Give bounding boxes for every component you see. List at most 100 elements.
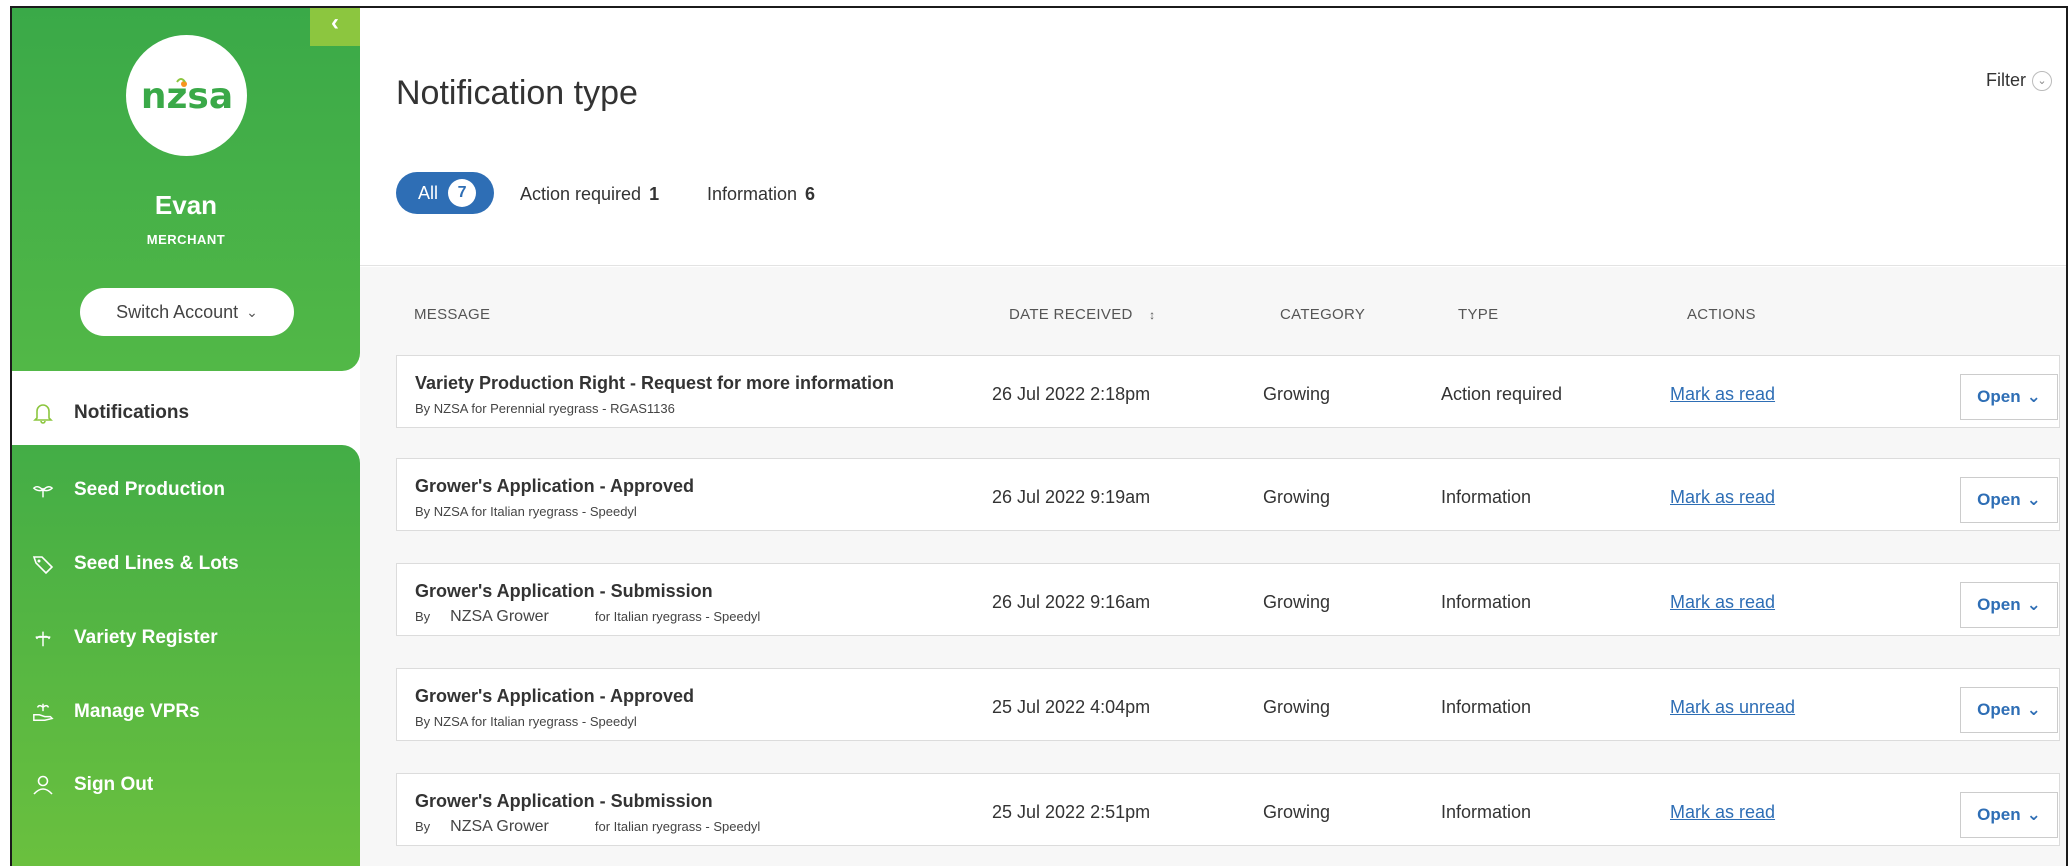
sidebar-item-sign-out[interactable]: Sign Out <box>12 760 360 810</box>
nzsa-logo-icon: nzsa <box>140 76 232 117</box>
grower-name: NZSA Grower <box>450 608 549 625</box>
chevron-down-icon: ⌄ <box>2026 490 2041 509</box>
message-subtitle: By NZSA for Italian ryegrass - Speedyl <box>415 504 637 519</box>
sidebar: ‹ nzsa Evan MERCHANT Switch Account ⌄ No… <box>12 8 360 866</box>
page-title: Notification type <box>396 74 638 112</box>
open-button[interactable]: Open ⌄ <box>1960 687 2058 733</box>
grower-name: NZSA Grower <box>450 818 549 835</box>
notifications-table: MESSAGE DATE RECEIVED ↕ CATEGORY TYPE AC… <box>360 267 2066 866</box>
tab-all[interactable]: All 7 <box>396 172 494 214</box>
table-row: Grower's Application - Approved By NZSA … <box>396 668 2060 741</box>
column-label: DATE RECEIVED <box>1009 306 1133 323</box>
open-label: Open <box>1977 490 2021 509</box>
chevron-down-icon: ⌄ <box>2026 805 2041 824</box>
message-title: Grower's Application - Approved <box>415 476 694 496</box>
sidebar-item-seed-lines-lots[interactable]: Seed Lines & Lots <box>12 539 360 589</box>
chevron-down-icon: ⌄ <box>2026 387 2041 406</box>
open-button[interactable]: Open ⌄ <box>1960 477 2058 523</box>
mark-read-link[interactable]: Mark as read <box>1670 384 1775 405</box>
type: Action required <box>1441 384 1563 404</box>
type: Information <box>1441 697 1532 717</box>
count-badge: 7 <box>448 179 477 207</box>
user-role: MERCHANT <box>146 232 226 247</box>
category: Growing <box>1263 802 1331 822</box>
tab-action-required[interactable]: Action required 1 <box>520 184 659 205</box>
date-received: 26 Jul 2022 9:16am <box>992 592 1151 612</box>
by-suffix: for Italian ryegrass - Speedyl <box>594 819 761 834</box>
mark-read-link[interactable]: Mark as read <box>1670 592 1775 613</box>
filter-button[interactable]: Filter ⌄ <box>1986 70 2052 91</box>
message-subtitle: By NZSA for Perennial ryegrass - RGAS113… <box>415 401 675 416</box>
mark-read-link[interactable]: Mark as read <box>1670 802 1775 823</box>
open-label: Open <box>1977 595 2021 614</box>
tab-label: Information <box>707 184 798 204</box>
sidebar-item-label: Notifications <box>74 402 190 423</box>
column-header-date-received[interactable]: DATE RECEIVED ↕ <box>1009 306 1155 323</box>
tab-label: All <box>418 182 439 203</box>
user-icon <box>32 774 54 796</box>
open-button[interactable]: Open ⌄ <box>1960 792 2058 838</box>
chevron-left-icon: ‹ <box>331 9 339 36</box>
open-label: Open <box>1977 700 2021 719</box>
collapse-sidebar-button[interactable]: ‹ <box>310 8 360 46</box>
sort-icon: ↕ <box>1149 308 1156 322</box>
bell-icon <box>32 402 54 424</box>
mark-read-link[interactable]: Mark as read <box>1670 487 1775 508</box>
column-header-type: TYPE <box>1458 306 1499 323</box>
plant-icon <box>32 627 54 649</box>
message-subtitle: By NZSA Grower for Italian ryegrass - Spee… <box>415 608 760 626</box>
message-subtitle: By NZSA Grower for Italian ryegrass - Spee… <box>415 818 760 836</box>
column-header-actions: ACTIONS <box>1687 306 1756 323</box>
message-title: Variety Production Right - Request for m… <box>415 373 895 393</box>
svg-text:nzsa: nzsa <box>140 76 232 117</box>
open-button[interactable]: Open ⌄ <box>1960 582 2058 628</box>
date-received: 25 Jul 2022 4:04pm <box>992 697 1151 717</box>
hand-plant-icon <box>32 701 54 723</box>
table-row: Grower's Application - Approved By NZSA … <box>396 458 2060 531</box>
by-prefix: By <box>415 819 431 834</box>
sidebar-item-label: Sign Out <box>74 774 154 795</box>
open-label: Open <box>1977 387 2021 406</box>
sidebar-item-variety-register[interactable]: Variety Register <box>12 613 360 663</box>
type: Information <box>1441 592 1532 612</box>
logo: nzsa <box>126 35 247 156</box>
tag-icon <box>32 553 54 575</box>
category: Growing <box>1263 384 1331 404</box>
open-button[interactable]: Open ⌄ <box>1960 374 2058 420</box>
date-received: 25 Jul 2022 2:51pm <box>992 802 1151 822</box>
date-received: 26 Jul 2022 2:18pm <box>992 384 1151 404</box>
chevron-down-icon: ⌄ <box>2032 70 2052 91</box>
tab-label: Action required <box>520 184 642 204</box>
category: Growing <box>1263 487 1331 507</box>
chevron-down-icon: ⌄ <box>246 303 258 320</box>
column-header-message: MESSAGE <box>414 306 491 323</box>
by-prefix: By <box>415 609 431 624</box>
message-title: Grower's Application - Approved <box>415 686 694 706</box>
switch-account-button[interactable]: Switch Account ⌄ <box>80 288 294 336</box>
sidebar-item-notifications[interactable]: Notifications <box>12 388 360 438</box>
mark-unread-link[interactable]: Mark as unread <box>1670 697 1795 718</box>
column-header-category: CATEGORY <box>1280 306 1366 323</box>
sidebar-item-label: Seed Production <box>74 479 225 500</box>
category: Growing <box>1263 592 1331 612</box>
category: Growing <box>1263 697 1331 717</box>
table-row: Variety Production Right - Request for m… <box>396 355 2060 428</box>
message-title: Grower's Application - Submission <box>415 791 713 811</box>
by-suffix: for Italian ryegrass - Speedyl <box>594 609 761 624</box>
message-title: Grower's Application - Submission <box>415 581 713 601</box>
type: Information <box>1441 487 1532 507</box>
date-received: 26 Jul 2022 9:19am <box>992 487 1151 507</box>
main-content: Notification type Filter ⌄ All 7 Action … <box>360 8 2066 866</box>
sidebar-item-seed-production[interactable]: Seed Production <box>12 465 360 515</box>
type: Information <box>1441 802 1532 822</box>
table-row: Grower's Application - Submission By NZSA… <box>396 773 2060 846</box>
tab-count: 6 <box>805 184 816 204</box>
tab-count: 1 <box>649 184 660 204</box>
user-name: Evan <box>154 190 218 220</box>
chevron-down-icon: ⌄ <box>2026 595 2041 614</box>
sidebar-item-manage-vprs[interactable]: Manage VPRs <box>12 687 360 737</box>
tab-information[interactable]: Information 6 <box>707 184 815 205</box>
sidebar-item-label: Manage VPRs <box>74 701 200 722</box>
sidebar-item-label: Seed Lines & Lots <box>74 553 239 574</box>
app-window: ‹ nzsa Evan MERCHANT Switch Account ⌄ No… <box>10 6 2068 866</box>
